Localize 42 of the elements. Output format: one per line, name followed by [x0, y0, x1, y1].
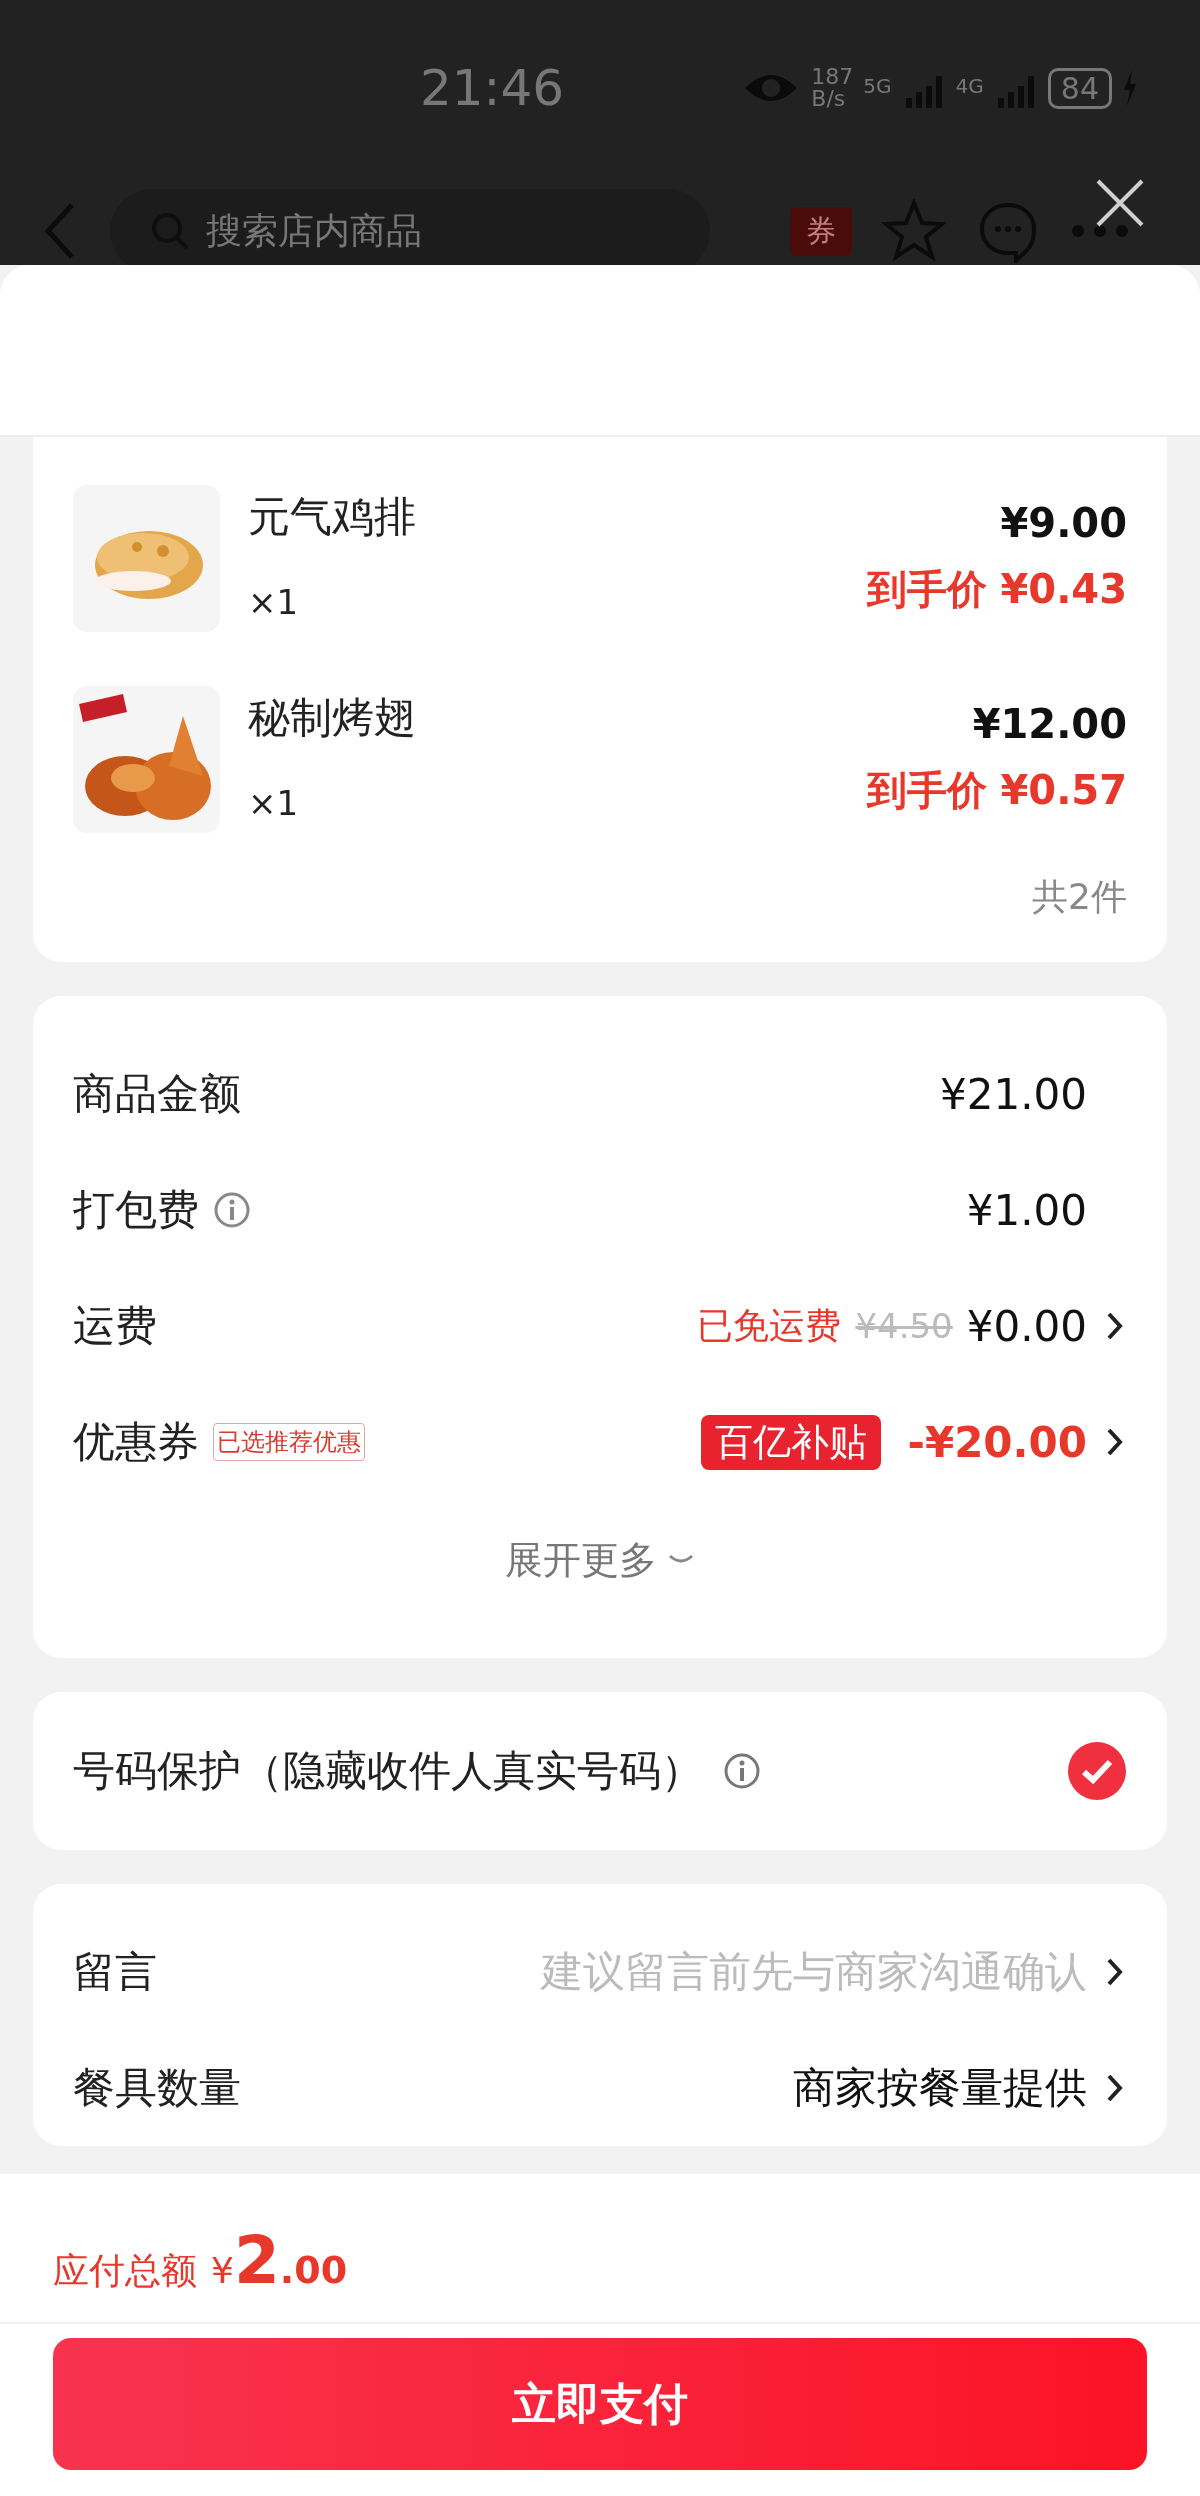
item-price: ¥9.00	[1000, 500, 1127, 546]
charging-icon	[1122, 70, 1138, 106]
info-icon[interactable]	[723, 1752, 761, 1790]
item-count: 共2件	[1031, 875, 1127, 919]
star-icon[interactable]	[882, 199, 946, 263]
fee-label: 优惠券	[73, 1416, 199, 1468]
option-label: 餐具数量	[73, 2062, 241, 2114]
coupon-tag: 已选推荐优惠	[213, 1423, 365, 1461]
search-field[interactable]: 搜索店内商品	[110, 189, 710, 265]
item-name: 秘制烤翅	[248, 692, 417, 744]
item-name: 元气鸡排	[248, 491, 417, 543]
clock-time: 21:46	[420, 59, 565, 117]
option-label: 留言	[73, 1946, 157, 1998]
item-price: ¥12.00	[972, 701, 1127, 747]
fee-label: 商品金额	[73, 1068, 241, 1120]
total-label: 应付总额	[53, 2249, 197, 2293]
total-amount: ¥2.00	[211, 2222, 348, 2299]
info-icon[interactable]	[213, 1191, 251, 1229]
fee-value: ¥0.00	[966, 1301, 1087, 1351]
item-quantity: ×1	[248, 783, 300, 823]
fee-label: 打包费	[73, 1184, 199, 1236]
fee-value: ¥21.00	[940, 1069, 1087, 1119]
expand-more-link[interactable]: 展开更多	[505, 1534, 657, 1586]
option-value[interactable]: 商家按餐量提供	[793, 2060, 1087, 2116]
final-price: 到手价 ¥0.57	[866, 766, 1127, 815]
checkbox[interactable]	[1067, 1741, 1127, 1801]
pay-button[interactable]: 立即支付	[53, 2338, 1147, 2470]
network-speed: 187	[811, 66, 854, 88]
network-type: 4G	[955, 74, 984, 98]
fee-note: 已免运费	[697, 1303, 842, 1348]
privacy-label: 号码保护（隐藏收件人真实号码）	[73, 1745, 703, 1797]
network-type: 5G	[863, 74, 892, 98]
battery-level: 84	[1047, 67, 1112, 109]
item-quantity: ×1	[248, 582, 300, 622]
final-price: 到手价 ¥0.43	[866, 565, 1127, 614]
fee-value: ¥1.00	[966, 1185, 1087, 1235]
subsidy-badge: 百亿补贴	[701, 1414, 882, 1470]
coupon-badge[interactable]: 券	[790, 206, 852, 256]
original-price: ¥4.50	[855, 1306, 953, 1346]
fee-label: 运费	[73, 1300, 157, 1352]
network-speed-unit: B/s	[811, 88, 847, 110]
fee-value: -¥20.00	[907, 1417, 1087, 1467]
